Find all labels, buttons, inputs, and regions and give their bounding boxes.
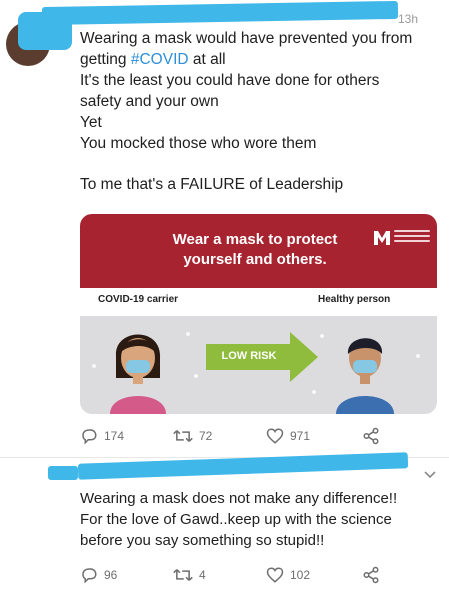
reply-count: 174: [104, 429, 125, 443]
redacted-reply-avatar: [48, 466, 78, 480]
covid-carrier-illustration: [110, 334, 166, 414]
reply-line: before you say something so stupid!!: [80, 532, 325, 549]
share-button[interactable]: [362, 427, 380, 445]
reply-actions: 96 4 102: [80, 566, 440, 588]
retweet-icon: [173, 430, 193, 442]
tweet-text: Wearing a mask would have prevented you …: [80, 28, 435, 195]
particle: [92, 364, 96, 368]
particle: [194, 374, 198, 378]
card-headline-line1: Wear a mask to protect: [172, 231, 338, 248]
retweet-count: 4: [199, 568, 206, 582]
particle: [416, 354, 420, 358]
tweet-actions: 174 72 971: [80, 427, 440, 449]
like-count: 971: [290, 429, 311, 443]
tweet-line-suffix: at all: [188, 51, 226, 68]
like-icon: [266, 567, 284, 583]
reply-button[interactable]: 96: [80, 566, 117, 584]
tweet-line: It's the least you could have done for o…: [80, 72, 380, 89]
tweet-line-prefix: getting: [80, 51, 131, 68]
tweet-line: Yet: [80, 114, 102, 131]
particle: [320, 334, 324, 338]
university-logo-icon: [374, 231, 390, 245]
retweet-button[interactable]: 4: [173, 566, 206, 584]
chevron-down-icon[interactable]: [423, 470, 437, 480]
risk-arrow-head: [290, 332, 318, 382]
reply-text: Wearing a mask does not make any differe…: [80, 488, 440, 551]
particle: [186, 332, 190, 336]
like-count: 102: [290, 568, 311, 582]
share-icon: [363, 427, 379, 445]
reply-icon: [82, 568, 97, 584]
tweet-line: Wearing a mask would have prevented you …: [80, 30, 413, 47]
redacted-user-name: [41, 0, 399, 26]
healthy-person-illustration: [336, 338, 394, 414]
reply-button[interactable]: 174: [80, 427, 124, 445]
card-headline-line2: yourself and others.: [183, 251, 327, 268]
tweet-line-gap: [80, 154, 435, 174]
share-button[interactable]: [362, 566, 380, 584]
card-header: Wear a mask to protect yourself and othe…: [80, 214, 437, 288]
hashtag-link[interactable]: #COVID: [131, 51, 189, 68]
tweet-line: You mocked those who wore them: [80, 135, 317, 152]
redacted-avatar-overlay: [18, 12, 72, 50]
card-left-label: COVID-19 carrier: [98, 294, 179, 305]
reply-line: Wearing a mask does not make any differe…: [80, 490, 398, 507]
tweet-line: safety and your own: [80, 93, 219, 110]
card-headline: Wear a mask to protect yourself and othe…: [140, 230, 370, 270]
share-icon: [363, 566, 379, 584]
retweet-count: 72: [199, 429, 213, 443]
like-button[interactable]: 971: [266, 427, 310, 445]
logo-wordmark: [394, 228, 430, 246]
tweet-timestamp[interactable]: 13h: [398, 12, 418, 26]
like-icon: [266, 428, 284, 444]
retweet-icon: [173, 569, 193, 581]
retweet-button[interactable]: 72: [173, 427, 212, 445]
card-right-label: Healthy person: [318, 294, 391, 305]
tweet-line: To me that's a FAILURE of Leadership: [80, 176, 344, 193]
tweet-line-hashtag: getting #COVID at all: [80, 49, 435, 70]
reply-count: 96: [104, 568, 118, 582]
reply-line: For the love of Gawd..keep up with the s…: [80, 511, 392, 528]
reply-icon: [82, 429, 97, 445]
tweet-media-card[interactable]: Wear a mask to protect yourself and othe…: [80, 214, 437, 414]
particle: [312, 390, 316, 394]
risk-label: LOW RISK: [221, 350, 277, 362]
like-button[interactable]: 102: [266, 566, 310, 584]
